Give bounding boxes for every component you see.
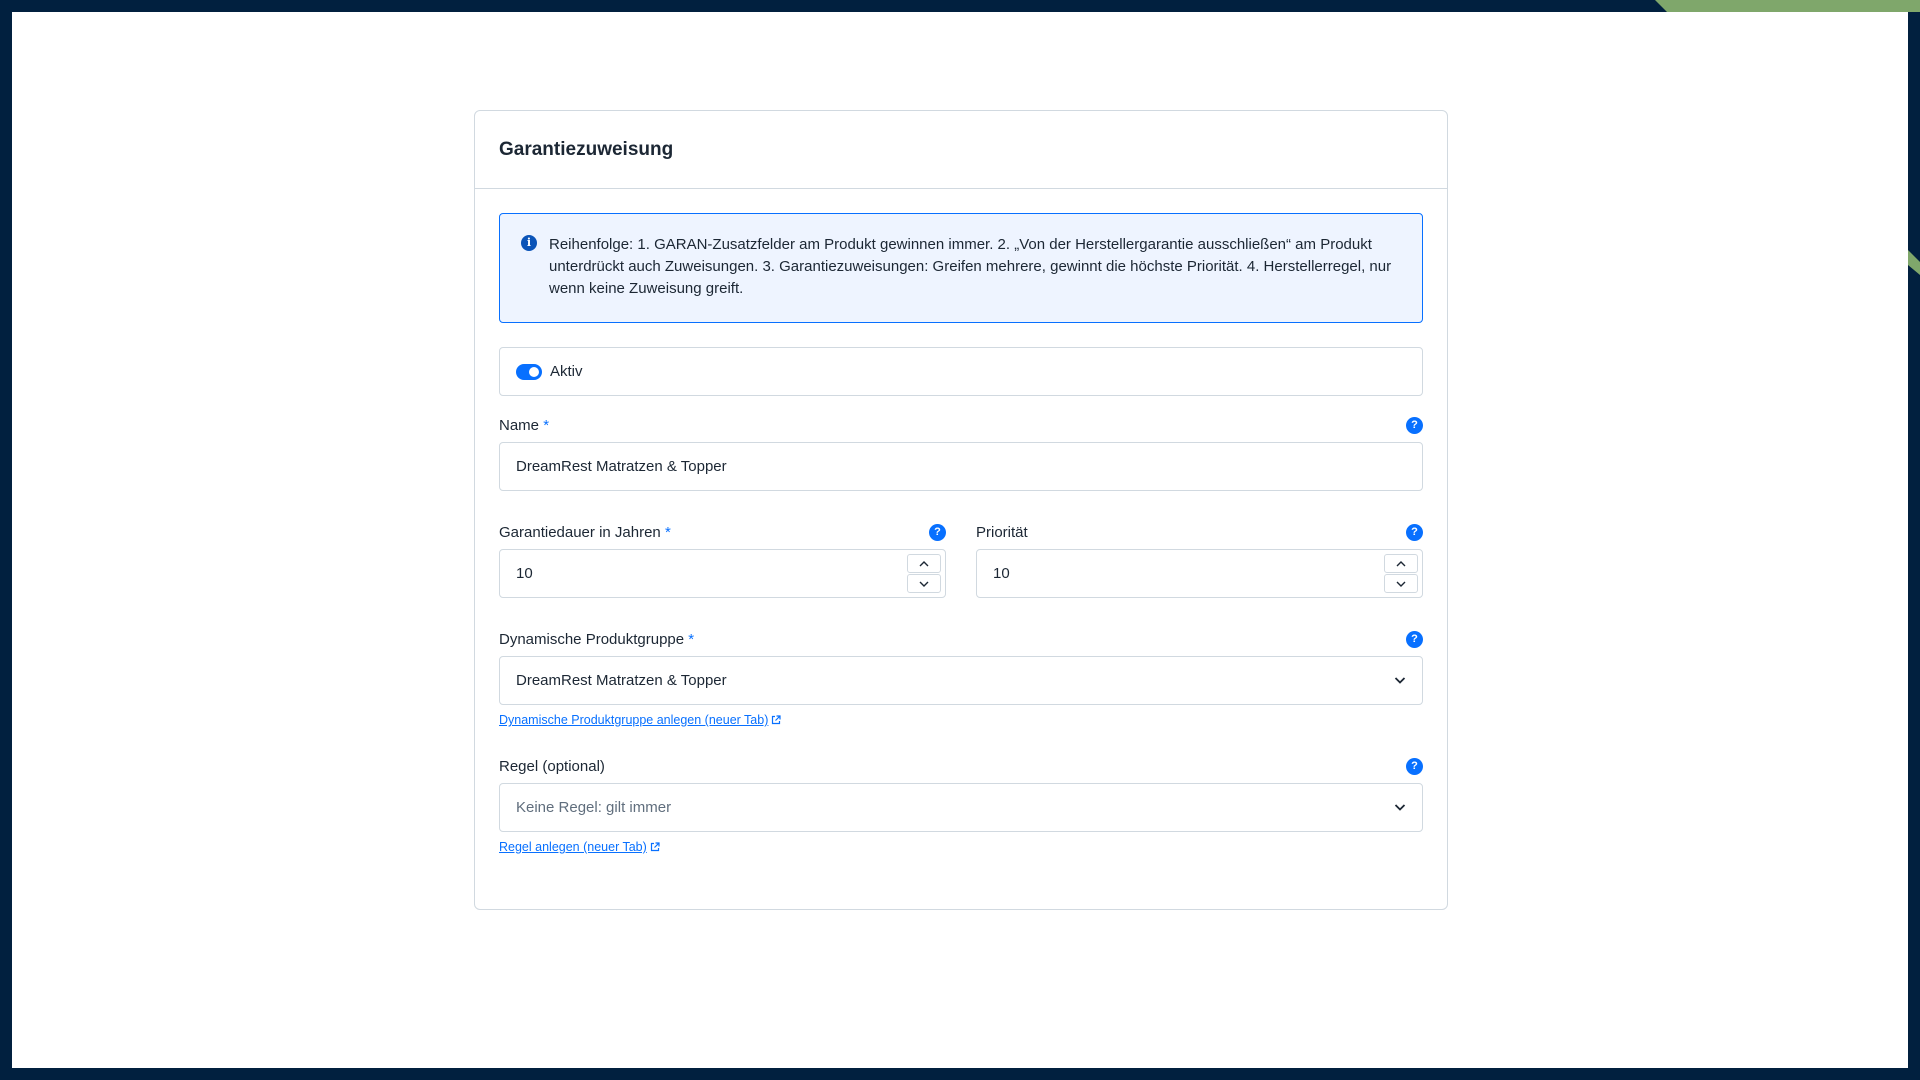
name-value: DreamRest Matratzen & Topper — [516, 458, 727, 475]
chevron-down-icon — [1396, 581, 1406, 587]
chevron-down-icon — [1394, 804, 1406, 811]
duration-increment-button[interactable] — [907, 554, 941, 573]
chevron-up-icon — [1396, 560, 1406, 566]
info-text: Reihenfolge: 1. GARAN-Zusatzfelder am Pr… — [549, 236, 1392, 297]
product-group-help-icon[interactable]: ? — [1406, 630, 1423, 648]
priority-input[interactable]: 10 — [976, 549, 1423, 598]
active-toggle[interactable] — [516, 363, 542, 380]
duration-label: Garantiedauer in Jahren * — [499, 523, 671, 541]
priority-value: 10 — [993, 565, 1010, 582]
page-viewport: Garantiezuweisung i Reihenfolge: 1. GARA… — [12, 12, 1908, 1068]
product-group-select[interactable]: DreamRest Matratzen & Topper — [499, 656, 1423, 705]
duration-stepper — [907, 554, 941, 593]
duration-help-icon[interactable]: ? — [929, 523, 946, 541]
product-group-selected: DreamRest Matratzen & Topper — [516, 672, 727, 689]
chevron-down-icon — [1394, 677, 1406, 684]
rule-help-icon[interactable]: ? — [1406, 757, 1423, 775]
info-icon: i — [521, 235, 537, 251]
name-label: Name * — [499, 416, 550, 434]
duration-value: 10 — [516, 565, 533, 582]
external-link-icon — [650, 842, 660, 852]
name-input[interactable]: DreamRest Matratzen & Topper — [499, 442, 1423, 491]
priority-help-icon[interactable]: ? — [1406, 523, 1423, 541]
product-group-field: Dynamische Produktgruppe * ? DreamRest M… — [499, 630, 1423, 729]
card-body: i Reihenfolge: 1. GARAN-Zusatzfelder am … — [475, 189, 1447, 880]
active-label: Aktiv — [550, 363, 583, 380]
rule-select[interactable]: Keine Regel: gilt immer — [499, 783, 1423, 832]
priority-increment-button[interactable] — [1384, 554, 1418, 573]
warranty-assignment-card: Garantiezuweisung i Reihenfolge: 1. GARA… — [474, 110, 1448, 910]
duration-decrement-button[interactable] — [907, 574, 941, 593]
create-rule-link[interactable]: Regel anlegen (neuer Tab) — [499, 840, 660, 854]
rule-field: Regel (optional) ? Keine Regel: gilt imm… — [499, 757, 1423, 856]
create-product-group-link[interactable]: Dynamische Produktgruppe anlegen (neuer … — [499, 713, 781, 727]
chevron-up-icon — [919, 560, 929, 566]
product-group-label: Dynamische Produktgruppe * — [499, 630, 695, 648]
chevron-down-icon — [919, 581, 929, 587]
duration-priority-row: Garantiedauer in Jahren * ? 10 Priorität… — [499, 523, 1423, 598]
priority-field: Priorität ? 10 — [976, 523, 1423, 598]
active-switch-field: Aktiv — [499, 347, 1423, 396]
info-alert: i Reihenfolge: 1. GARAN-Zusatzfelder am … — [499, 213, 1423, 323]
name-field: Name * ? DreamRest Matratzen & Topper — [499, 416, 1423, 491]
name-help-icon[interactable]: ? — [1406, 416, 1423, 434]
duration-input[interactable]: 10 — [499, 549, 946, 598]
priority-decrement-button[interactable] — [1384, 574, 1418, 593]
duration-field: Garantiedauer in Jahren * ? 10 — [499, 523, 946, 598]
rule-placeholder: Keine Regel: gilt immer — [516, 799, 672, 816]
external-link-icon — [772, 715, 781, 725]
card-header: Garantiezuweisung — [475, 111, 1447, 189]
rule-label: Regel (optional) — [499, 757, 605, 775]
priority-label: Priorität — [976, 523, 1028, 541]
priority-stepper — [1384, 554, 1418, 593]
card-title: Garantiezuweisung — [499, 138, 674, 160]
